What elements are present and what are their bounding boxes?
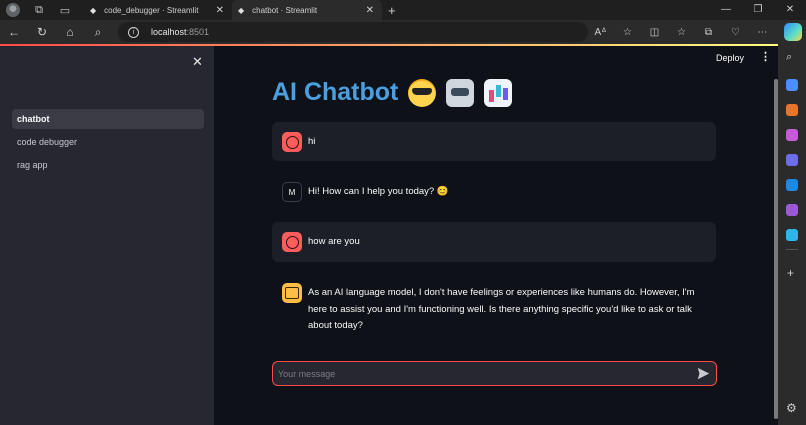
page-title: AI Chatbot — [272, 78, 513, 107]
refresh-icon[interactable]: ↻ — [28, 25, 56, 39]
sidebar: ✕ chatbot code debugger rag app — [0, 46, 214, 425]
send-icon[interactable] — [697, 367, 710, 380]
new-tab-icon[interactable]: + — [388, 3, 396, 18]
restore-icon[interactable]: ❐ — [742, 0, 774, 20]
site-info-icon[interactable]: i — [128, 26, 139, 38]
sidebar-item-chatbot[interactable]: chatbot — [12, 109, 204, 129]
url-host: localhost — [151, 27, 187, 37]
home-icon[interactable]: ⌂ — [56, 25, 84, 39]
browser-essentials-icon[interactable]: ♡ — [722, 27, 749, 38]
chat-input-box — [272, 361, 717, 386]
more-menu-icon[interactable]: ⋯ — [749, 27, 776, 38]
assistant-avatar: M — [282, 182, 302, 202]
message-text: how are you — [308, 236, 360, 247]
message-text: hi — [308, 136, 316, 147]
designer-icon[interactable] — [786, 204, 798, 216]
address-bar: ← ↻ ⌂ ⌕ i localhost:8501 Aᐞ ☆ ◫ ☆ ⧉ ♡ ⋯ — [0, 20, 806, 44]
tab-title: chatbot · Streamlit — [252, 5, 318, 15]
sidebar-close-icon[interactable]: ✕ — [192, 54, 203, 70]
favorite-star-icon[interactable]: ☆ — [614, 27, 641, 38]
message-text: As an AI language model, I don't have fe… — [308, 287, 695, 331]
window-close-icon[interactable]: ✕ — [774, 0, 806, 20]
tab-strip: ⧉ ▭ ◆ code_debugger · Streamlit ✕ ◆ chat… — [0, 0, 806, 20]
chat-message-assistant: M Hi! How can I help you today? 😊 — [272, 172, 716, 211]
profile-avatar-icon — [6, 3, 20, 17]
split-screen-icon[interactable]: ◫ — [641, 27, 668, 38]
main-menu-icon[interactable]: ⋮ — [760, 50, 771, 63]
tab-title: code_debugger · Streamlit — [104, 5, 199, 15]
favorites-icon[interactable]: ☆ — [668, 27, 695, 38]
chat-input[interactable] — [278, 368, 678, 379]
message-text: Hi! How can I help you today? 😊 — [308, 186, 449, 197]
deploy-button[interactable]: Deploy — [716, 53, 744, 63]
chat-message-user: hi — [272, 122, 716, 161]
address-bar-actions: Aᐞ ☆ ◫ ☆ ⧉ ♡ ⋯ — [587, 20, 776, 44]
minimize-icon[interactable]: — — [710, 0, 742, 20]
user-avatar-icon — [282, 132, 302, 152]
sidebar-item-code-debugger[interactable]: code debugger — [12, 132, 204, 152]
robot-emoji-icon — [446, 78, 475, 107]
page-title-text: AI Chatbot — [272, 78, 399, 106]
add-app-icon[interactable]: + — [787, 266, 794, 280]
sunglasses-emoji-icon — [408, 78, 437, 107]
window-controls: — ❐ ✕ — [710, 0, 806, 20]
chat-message-user: how are you — [272, 222, 716, 262]
streamlit-app: ✕ chatbot code debugger rag app Deploy ⋮… — [0, 44, 778, 425]
tab-close-icon[interactable]: ✕ — [216, 5, 224, 16]
url-field[interactable]: i localhost:8501 — [118, 22, 588, 42]
streamlit-favicon-icon: ◆ — [238, 5, 245, 15]
chat-message-assistant: As an AI language model, I don't have fe… — [272, 273, 716, 337]
bot-avatar-icon — [282, 283, 302, 303]
tab-actions-icon[interactable]: ▭ — [52, 0, 78, 20]
send-to-icon[interactable] — [786, 229, 798, 241]
edge-sidebar: ⌕ + ⚙ — [778, 44, 806, 425]
back-arrow-icon[interactable]: ← — [0, 25, 28, 39]
search-icon[interactable]: ⌕ — [84, 25, 112, 40]
collections-icon[interactable]: ⧉ — [695, 27, 722, 38]
copilot-icon[interactable] — [784, 23, 802, 41]
tools-icon[interactable] — [786, 104, 798, 116]
sidebar-nav: chatbot code debugger rag app — [12, 109, 204, 178]
tab-chatbot[interactable]: ◆ chatbot · Streamlit ✕ — [232, 0, 382, 20]
edge-sidebar-divider — [786, 249, 798, 250]
outlook-icon[interactable] — [786, 179, 798, 191]
browser-window: ⧉ ▭ ◆ code_debugger · Streamlit ✕ ◆ chat… — [0, 0, 806, 425]
edge-search-icon[interactable]: ⌕ — [786, 51, 792, 64]
chart-emoji-icon — [484, 78, 513, 107]
workspaces-icon[interactable]: ⧉ — [26, 0, 52, 20]
read-aloud-icon[interactable]: Aᐞ — [587, 27, 614, 38]
streamlit-favicon-icon: ◆ — [90, 5, 97, 15]
games-icon[interactable] — [786, 129, 798, 141]
url-port: :8501 — [186, 27, 210, 37]
user-avatar-icon — [282, 232, 302, 252]
gear-icon[interactable]: ⚙ — [786, 401, 797, 415]
profile-button[interactable] — [0, 0, 26, 20]
tab-code-debugger[interactable]: ◆ code_debugger · Streamlit ✕ — [84, 0, 232, 20]
copilot-sidebar-icon[interactable] — [786, 154, 798, 166]
tab-close-icon[interactable]: ✕ — [366, 5, 374, 16]
tag-icon[interactable] — [786, 79, 798, 91]
sidebar-item-rag-app[interactable]: rag app — [12, 155, 204, 175]
